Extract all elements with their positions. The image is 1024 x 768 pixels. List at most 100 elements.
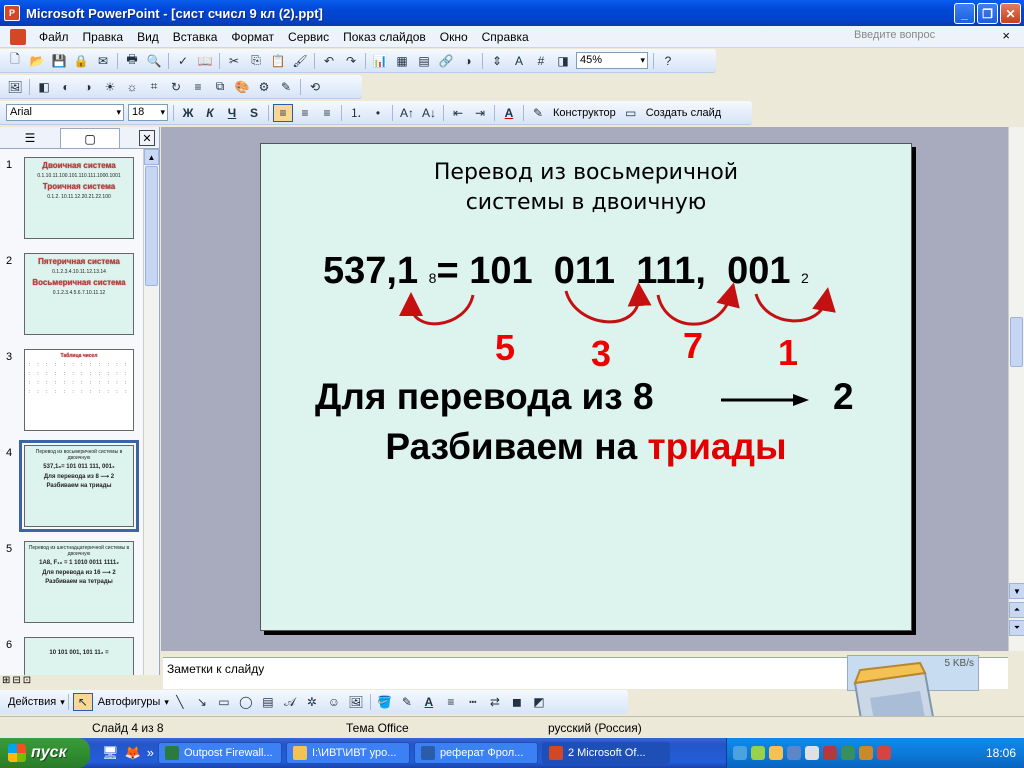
- arrow-style-icon[interactable]: ⇄: [485, 693, 505, 711]
- contrast-up-icon[interactable]: ◐: [56, 78, 76, 96]
- textbox-tool-icon[interactable]: ▤: [258, 693, 278, 711]
- chart-icon[interactable]: 📊: [370, 52, 390, 70]
- next-slide-icon[interactable]: ⏷: [1009, 620, 1024, 636]
- undo-icon[interactable]: ↶: [319, 52, 339, 70]
- bullets-icon[interactable]: •: [368, 104, 388, 122]
- designer-button[interactable]: Конструктор: [553, 107, 616, 119]
- menu-file[interactable]: Файл: [32, 30, 76, 44]
- taskbar-word[interactable]: реферат Фрол...: [413, 742, 538, 764]
- rotate-icon[interactable]: ↻: [166, 78, 186, 96]
- update-icon[interactable]: [841, 746, 855, 760]
- close-button[interactable]: ✕: [1000, 3, 1021, 24]
- document-icon[interactable]: [10, 28, 26, 45]
- menu-view[interactable]: Вид: [130, 30, 166, 44]
- font-color-icon[interactable]: A: [419, 693, 439, 711]
- close-document-icon[interactable]: ×: [1002, 28, 1010, 43]
- print-icon[interactable]: 🖶: [122, 52, 142, 70]
- font-size-select[interactable]: 18: [128, 104, 168, 121]
- menu-slideshow[interactable]: Показ слайдов: [336, 30, 433, 44]
- menu-tools[interactable]: Сервис: [281, 30, 336, 44]
- new-slide-button[interactable]: Создать слайд: [646, 107, 721, 119]
- close-pane-icon[interactable]: ✕: [139, 130, 155, 146]
- menu-window[interactable]: Окно: [433, 30, 475, 44]
- clipart-icon[interactable]: ☺: [324, 693, 344, 711]
- transparent-color-icon[interactable]: ✎: [276, 78, 296, 96]
- line-style-icon[interactable]: ≡: [188, 78, 208, 96]
- firefox-icon[interactable]: 🦊: [125, 745, 141, 761]
- permission-icon[interactable]: 🔒: [71, 52, 91, 70]
- actions-menu[interactable]: Действия: [8, 696, 56, 708]
- recolor-icon[interactable]: 🎨: [232, 78, 252, 96]
- taskbar-powerpoint[interactable]: 2 Microsoft Of...: [541, 742, 670, 764]
- font-select[interactable]: Arial: [6, 104, 124, 121]
- new-slide-icon[interactable]: ▭: [621, 104, 641, 122]
- bold-button[interactable]: Ж: [178, 104, 198, 122]
- menu-help[interactable]: Справка: [475, 30, 536, 44]
- picture-icon[interactable]: 🖼: [346, 693, 366, 711]
- slide-thumbnail-6[interactable]: 10 101 001, 101 11₂ =: [24, 637, 134, 675]
- increase-indent-icon[interactable]: ⇥: [470, 104, 490, 122]
- diagram-icon[interactable]: ✲: [302, 693, 322, 711]
- taskbar-outpost[interactable]: Outpost Firewall...: [157, 742, 282, 764]
- minimize-button[interactable]: _: [954, 3, 975, 24]
- crop-icon[interactable]: ⌗: [144, 78, 164, 96]
- taskbar-explorer[interactable]: I:\ИВТ\ИВТ уро...: [285, 742, 410, 764]
- font-color-icon[interactable]: A: [499, 104, 519, 122]
- volume-icon[interactable]: [805, 746, 819, 760]
- menu-edit[interactable]: Правка: [76, 30, 131, 44]
- redo-icon[interactable]: ↷: [341, 52, 361, 70]
- cut-icon[interactable]: ✂: [224, 52, 244, 70]
- slide-thumbnail-2[interactable]: Пятеричная система 0.1.2.3.4.10.11.12.13…: [24, 253, 134, 335]
- desktop-icon[interactable]: 🖥: [102, 745, 119, 761]
- powerpoint-icon[interactable]: P: [4, 5, 20, 21]
- slide-scrollbar[interactable]: ▼ ⏶ ⏷: [1008, 127, 1024, 651]
- email-icon[interactable]: ✉: [93, 52, 113, 70]
- slide-thumbnail-4[interactable]: Перевод из восьмеричной системы в двоичн…: [19, 440, 139, 532]
- insert-picture-icon[interactable]: 🖼: [5, 78, 25, 96]
- help-icon[interactable]: ?: [658, 52, 678, 70]
- current-slide[interactable]: Перевод из восьмеричной системы в двоичн…: [260, 143, 912, 631]
- research-icon[interactable]: 📖: [195, 52, 215, 70]
- hyperlink-icon[interactable]: 🔗: [436, 52, 456, 70]
- slides-tab[interactable]: ▢: [60, 128, 120, 148]
- expand-icon[interactable]: ⇕: [487, 52, 507, 70]
- antivirus-icon[interactable]: [751, 746, 765, 760]
- outline-tab[interactable]: ☰: [0, 128, 60, 148]
- scroll-thumb[interactable]: [1010, 317, 1023, 367]
- grid-icon[interactable]: #: [531, 52, 551, 70]
- align-right-icon[interactable]: ≡: [317, 104, 337, 122]
- line-tool-icon[interactable]: ╲: [170, 693, 190, 711]
- designer-icon[interactable]: ✎: [528, 104, 548, 122]
- scroll-up-icon[interactable]: ▲: [144, 149, 159, 165]
- format-painter-icon[interactable]: 🖌: [290, 52, 310, 70]
- table-icon[interactable]: ▦: [392, 52, 412, 70]
- autoshapes-menu[interactable]: Автофигуры: [98, 696, 161, 708]
- tables-borders-icon[interactable]: ▤: [414, 52, 434, 70]
- copy-icon[interactable]: ⎘: [246, 52, 266, 70]
- scroll-down-icon[interactable]: ▼: [1009, 583, 1024, 599]
- compress-icon[interactable]: ⧉: [210, 78, 230, 96]
- normal-view-icon[interactable]: ⊞: [2, 675, 10, 689]
- show-formatting-icon[interactable]: A: [509, 52, 529, 70]
- shadow-style-icon[interactable]: ◼: [507, 693, 527, 711]
- menu-insert[interactable]: Вставка: [166, 30, 225, 44]
- clipart-icon[interactable]: ◑: [458, 52, 478, 70]
- network-icon[interactable]: [733, 746, 747, 760]
- preview-icon[interactable]: 🔍: [144, 52, 164, 70]
- align-center-icon[interactable]: ≡: [295, 104, 315, 122]
- ask-question-input[interactable]: Введите вопрос: [854, 29, 994, 45]
- restore-button[interactable]: ❐: [977, 3, 998, 24]
- thumbnails-scrollbar[interactable]: ▲: [143, 149, 159, 675]
- color-grayscale-icon[interactable]: ◨: [553, 52, 573, 70]
- previous-slide-icon[interactable]: ⏶: [1009, 602, 1024, 618]
- line-style-icon[interactable]: ≡: [441, 693, 461, 711]
- shadow-button[interactable]: S: [244, 104, 264, 122]
- numbering-icon[interactable]: ⒈: [346, 104, 366, 122]
- paste-icon[interactable]: 📋: [268, 52, 288, 70]
- slide-thumbnail-3[interactable]: Таблица чисел : : : : : : : : : : : : : …: [24, 349, 134, 431]
- color-icon[interactable]: ◧: [34, 78, 54, 96]
- contrast-down-icon[interactable]: ◑: [78, 78, 98, 96]
- zoom-select[interactable]: 45%: [576, 52, 648, 69]
- spelling-icon[interactable]: ✓: [173, 52, 193, 70]
- slide-thumbnail-5[interactable]: Перевод из шестнадцатеричной системы в д…: [24, 541, 134, 623]
